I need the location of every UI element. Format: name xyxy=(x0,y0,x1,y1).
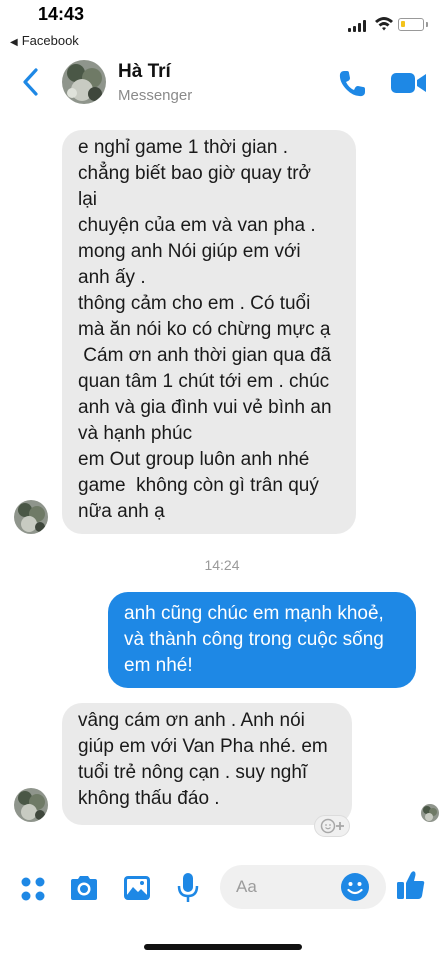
message-line: chẳng biết bao giờ quay trở xyxy=(78,163,312,184)
chevron-left-icon[interactable] xyxy=(18,64,44,100)
contact-name: Hà Trí xyxy=(118,61,171,82)
incoming-message-bubble[interactable]: e nghỉ game 1 thời gian . chẳng biết bao… xyxy=(62,130,356,534)
incoming-message-bubble[interactable]: vâng cám ơn anh . Anh nói giúp em với Va… xyxy=(62,703,352,825)
message-line: giúp em với Van Pha nhé. em xyxy=(78,736,328,757)
message-line: quan tâm 1 chút tới em . chúc xyxy=(78,371,330,392)
thumbs-up-icon[interactable] xyxy=(394,868,428,902)
sender-avatar[interactable] xyxy=(14,788,48,822)
seen-indicator-avatar xyxy=(421,804,439,822)
message-line: e nghỉ game 1 thời gian . xyxy=(78,137,288,158)
video-icon[interactable] xyxy=(390,70,428,96)
message-line: game không còn gì trân quý xyxy=(78,475,319,496)
back-triangle-icon: ◀ xyxy=(10,37,18,48)
microphone-icon[interactable] xyxy=(176,871,200,905)
four-dots-icon[interactable] xyxy=(20,876,46,902)
message-line: vâng cám ơn anh . Anh nói xyxy=(78,710,305,731)
message-line: và hạnh phúc xyxy=(78,423,193,444)
message-input-placeholder: Aa xyxy=(236,877,257,896)
sender-avatar[interactable] xyxy=(14,500,48,534)
message-line: em nhé! xyxy=(124,655,193,676)
back-app-label: Facebook xyxy=(21,33,79,48)
chat-header: Hà Trí Messenger xyxy=(0,50,444,118)
status-time: 14:43 xyxy=(38,4,85,24)
message-line: mà ăn nói ko có chừng mực ạ xyxy=(78,319,331,340)
emoji-icon[interactable] xyxy=(340,872,370,902)
cellular-signal-icon xyxy=(348,20,368,32)
image-icon[interactable] xyxy=(122,874,152,902)
message-composer: Aa xyxy=(0,862,444,918)
message-line: Cám ơn anh thời gian qua đã xyxy=(78,345,332,366)
phone-icon[interactable] xyxy=(336,68,368,100)
battery-icon xyxy=(398,18,428,31)
message-line: không thấu đáo . xyxy=(78,788,220,809)
message-timestamp: 14:24 xyxy=(204,557,240,573)
message-line: anh ấy . xyxy=(78,267,146,288)
message-line: chuyện của em và van pha . xyxy=(78,215,316,236)
message-line: anh cũng chúc em mạnh khoẻ, xyxy=(124,603,384,624)
message-line: lại xyxy=(78,189,98,210)
add-reaction-icon[interactable] xyxy=(314,815,350,837)
message-line: mong anh Nói giúp em với xyxy=(78,241,301,262)
message-line: anh và gia đình vui vẻ bình an xyxy=(78,397,332,418)
contact-subtitle: Messenger xyxy=(118,87,193,104)
message-line: thông cảm cho em . Có tuổi xyxy=(78,293,311,314)
message-line: nữa anh ạ xyxy=(78,501,165,522)
message-line: em Out group luôn anh nhé xyxy=(78,449,310,470)
message-line: tuổi trẻ nông cạn . suy nghĩ xyxy=(78,762,308,783)
camera-icon[interactable] xyxy=(68,874,100,902)
message-line: và thành công trong cuộc sống xyxy=(124,629,384,650)
home-indicator xyxy=(144,944,302,950)
contact-avatar[interactable] xyxy=(62,60,106,104)
status-bar: 14:43 ◀ Facebook xyxy=(0,0,444,50)
outgoing-message-bubble[interactable]: anh cũng chúc em mạnh khoẻ, và thành côn… xyxy=(108,592,416,688)
back-to-app-link[interactable]: ◀ Facebook xyxy=(10,33,79,48)
wifi-icon xyxy=(375,17,393,31)
